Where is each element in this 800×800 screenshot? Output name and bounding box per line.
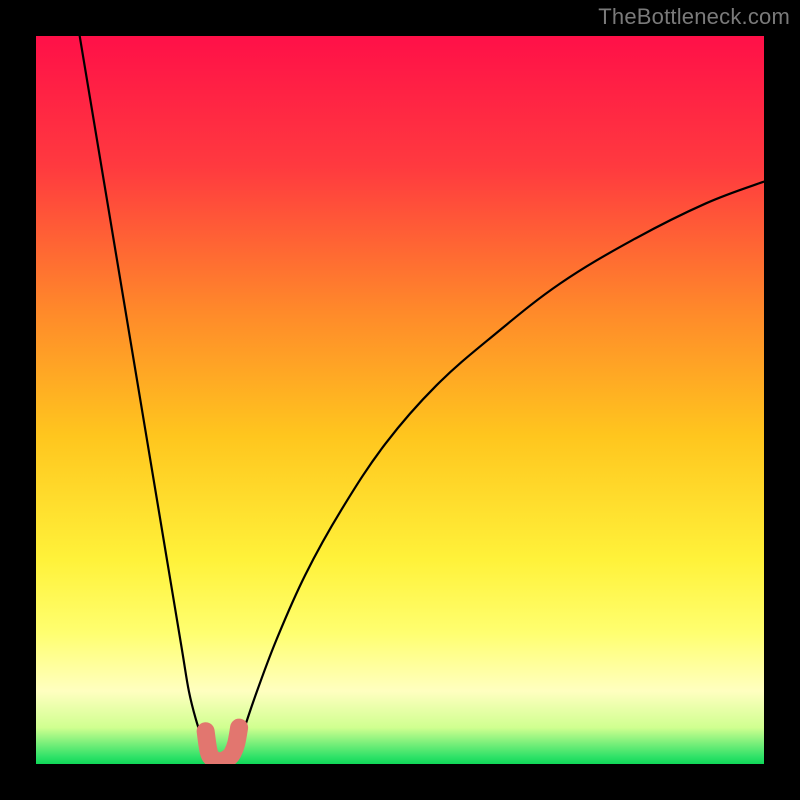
plot-area bbox=[36, 36, 764, 764]
gradient-background bbox=[36, 36, 764, 764]
watermark-text: TheBottleneck.com bbox=[598, 4, 790, 30]
chart-frame: TheBottleneck.com bbox=[0, 0, 800, 800]
bottleneck-chart bbox=[36, 36, 764, 764]
